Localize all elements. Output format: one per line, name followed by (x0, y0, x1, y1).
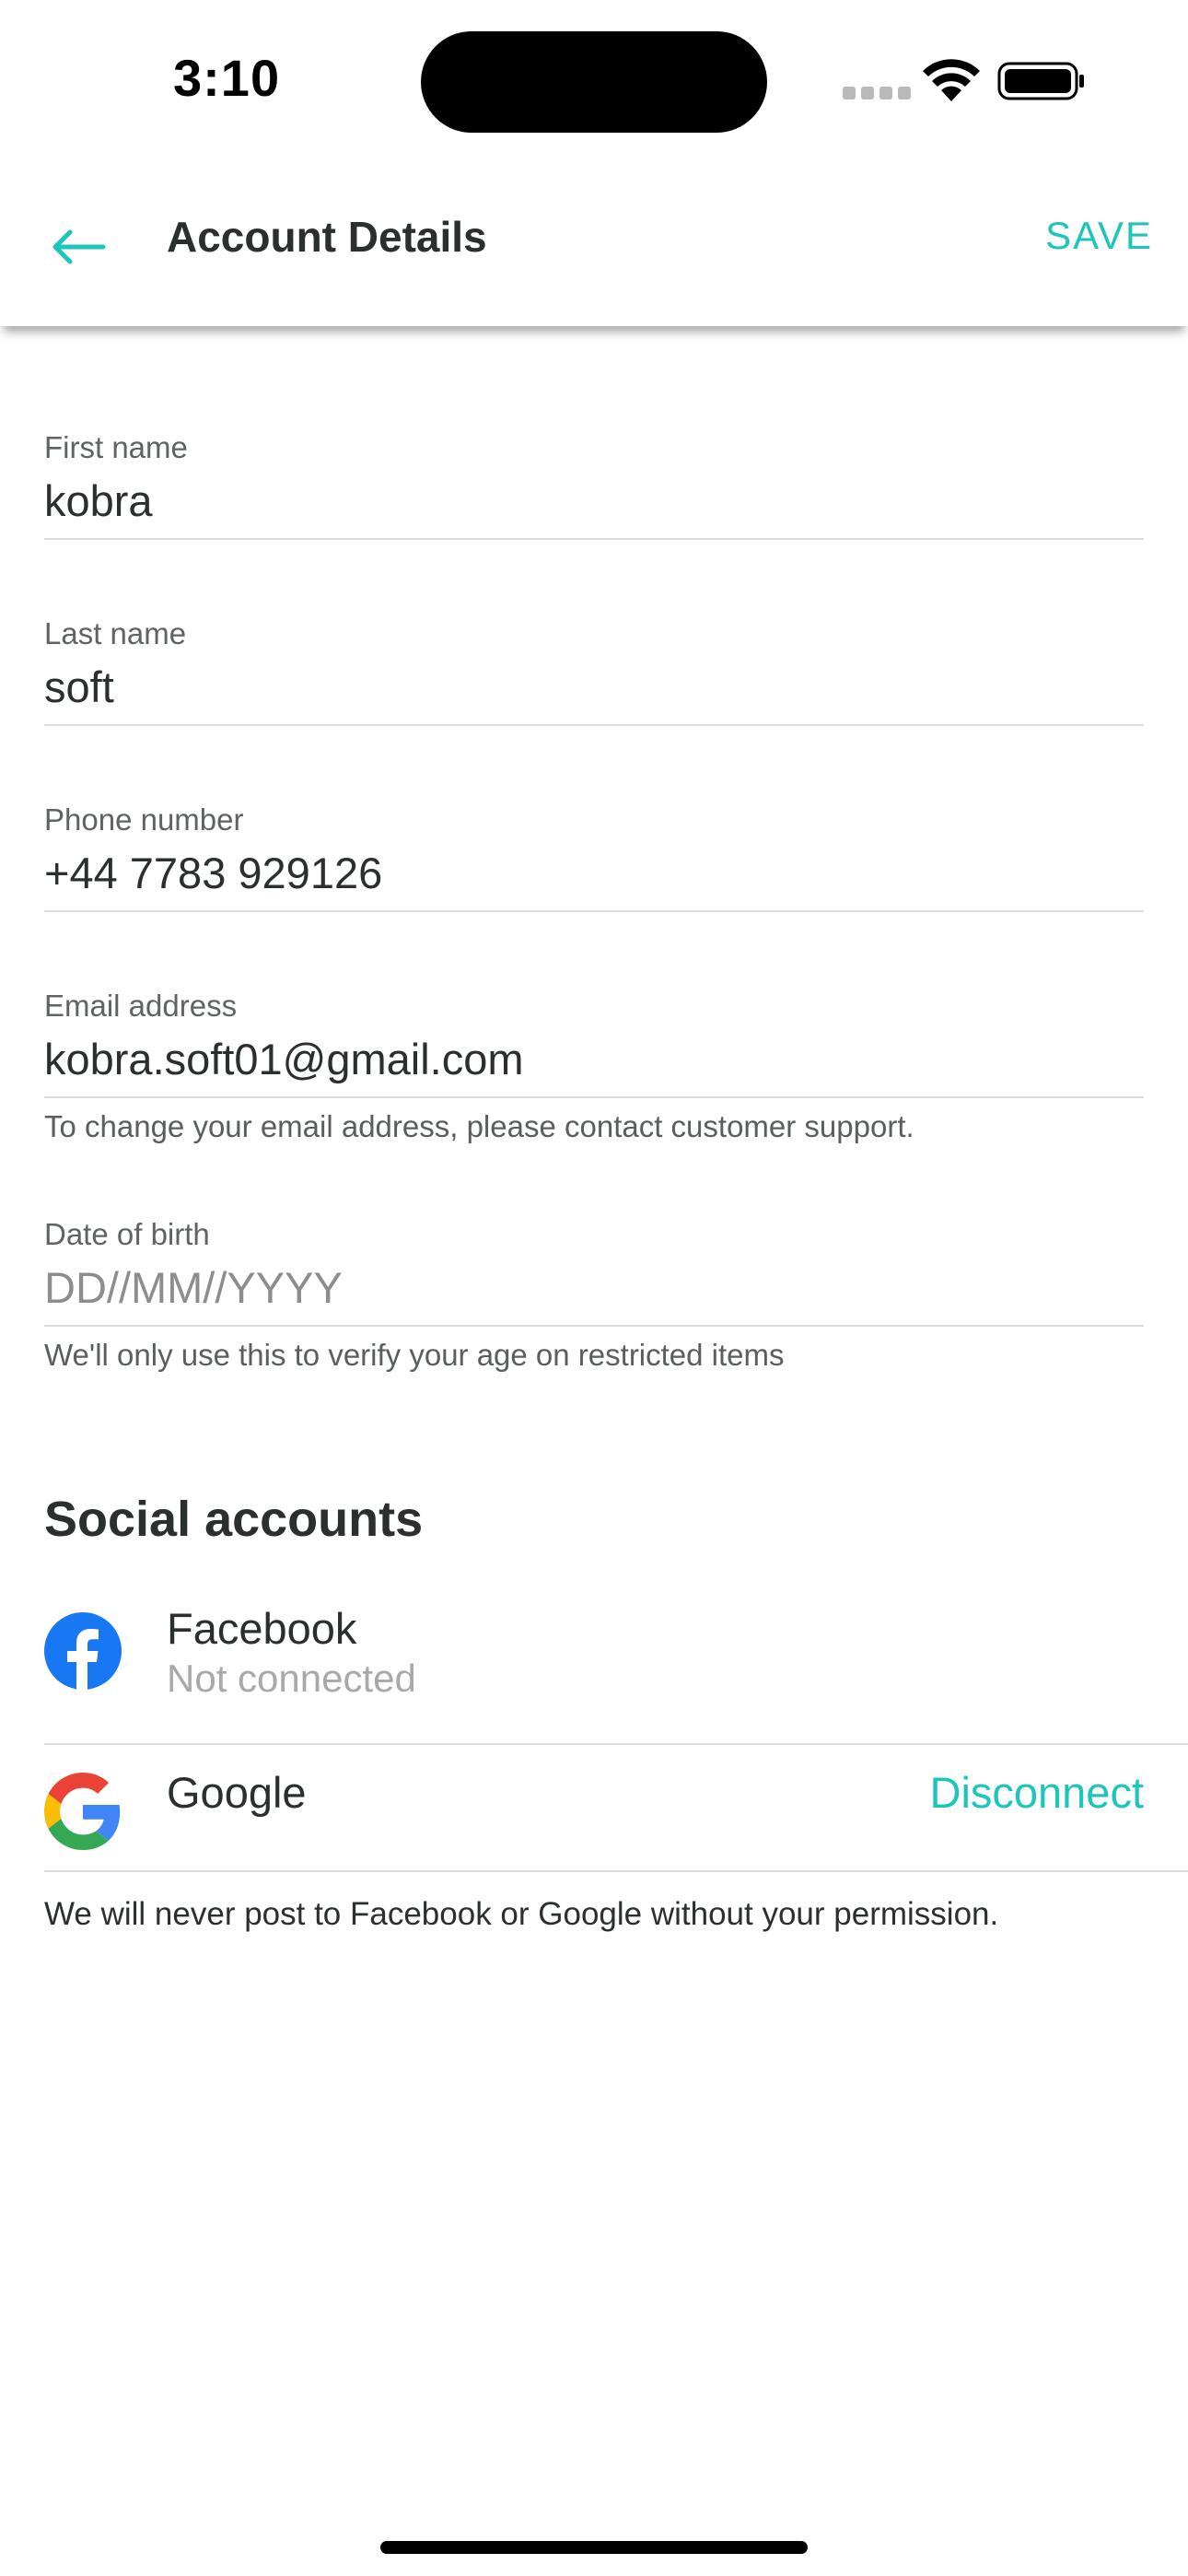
facebook-name: Facebook (167, 1604, 357, 1653)
email-label: Email address (44, 989, 238, 1023)
back-button[interactable] (37, 210, 120, 284)
first-name-field-group: First name (44, 429, 1144, 540)
cellular-signal-icon (843, 87, 911, 100)
status-bar: 3:10 (0, 0, 1188, 166)
last-name-field-group: Last name (44, 615, 1144, 726)
first-name-field[interactable] (44, 472, 1144, 540)
facebook-icon (44, 1612, 122, 1690)
google-row: Google Disconnect (44, 1747, 1188, 1872)
dob-field-group: Date of birth We'll only use this to ver… (44, 1216, 1144, 1373)
social-accounts-heading: Social accounts (44, 1492, 424, 1547)
facebook-status: Not connected (167, 1657, 416, 1700)
email-field-group: Email address To change your email addre… (44, 988, 1144, 1144)
status-time: 3:10 (173, 49, 281, 107)
home-indicator[interactable] (380, 2541, 808, 2554)
last-name-field[interactable] (44, 658, 1144, 726)
app-header: Account Details SAVE (0, 166, 1188, 326)
save-button[interactable]: SAVE (1045, 214, 1153, 258)
google-disconnect-button[interactable]: Disconnect (930, 1767, 1145, 1818)
first-name-label: First name (44, 430, 188, 464)
phone-field[interactable] (44, 844, 1144, 912)
dob-field[interactable] (44, 1259, 1144, 1327)
dynamic-island (421, 31, 767, 133)
facebook-row[interactable]: Facebook Not connected (44, 1599, 1188, 1745)
email-hint: To change your email address, please con… (44, 1109, 914, 1143)
dob-label: Date of birth (44, 1217, 210, 1251)
battery-icon (997, 62, 1084, 100)
dob-hint: We'll only use this to verify your age o… (44, 1338, 785, 1372)
arrow-left-icon (52, 229, 106, 264)
google-icon (44, 1773, 121, 1850)
google-name: Google (167, 1768, 307, 1817)
social-privacy-note: We will never post to Facebook or Google… (44, 1896, 999, 1932)
wifi-icon (923, 59, 980, 101)
phone-label: Phone number (44, 802, 244, 837)
page-title: Account Details (167, 213, 487, 261)
email-field[interactable] (44, 1030, 1144, 1098)
phone-field-group: Phone number (44, 802, 1144, 912)
last-name-label: Last name (44, 616, 187, 650)
